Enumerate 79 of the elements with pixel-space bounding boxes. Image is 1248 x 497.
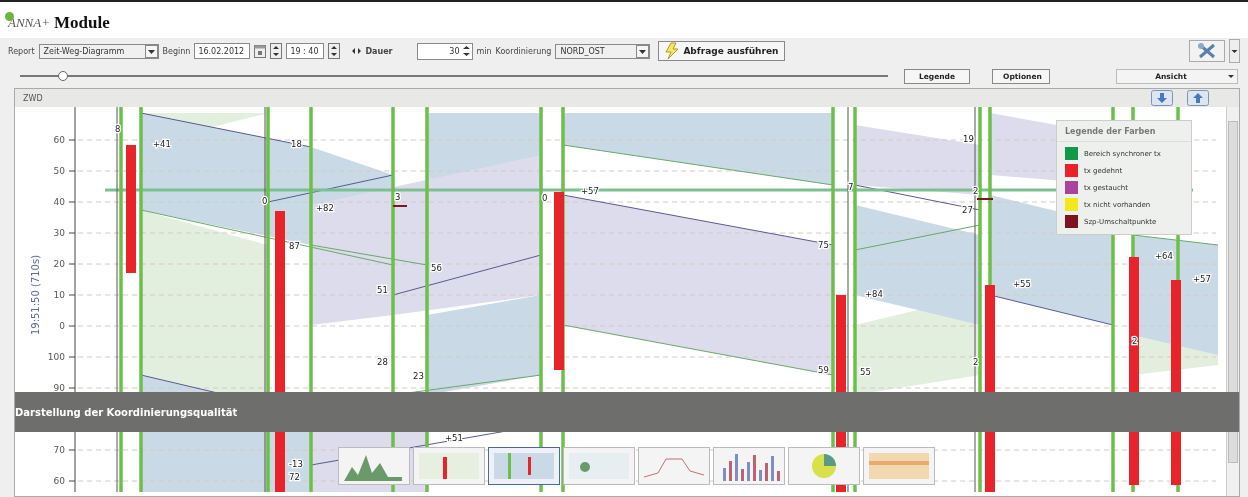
- diagram-label: 0: [542, 193, 548, 203]
- report-label: Report: [8, 46, 35, 56]
- diagram-label: 72: [289, 472, 300, 482]
- legend-title: Legende der Farben: [1057, 121, 1191, 142]
- spinner-icon[interactable]: [270, 43, 283, 59]
- lightning-icon: [665, 42, 680, 60]
- time-field[interactable]: 19 : 40: [286, 43, 325, 59]
- diagram-label: 56: [431, 263, 442, 273]
- date-field[interactable]: 16.02.2012: [194, 43, 251, 59]
- caption-text: Darstellung der Koordinierungsqualität: [15, 406, 238, 418]
- caret-icon[interactable]: [636, 44, 650, 58]
- switch-point-mark: [976, 198, 994, 200]
- axis-title: 19:51:50 (710s): [30, 254, 41, 336]
- diagram-label: -13: [289, 459, 303, 469]
- brand-logo: ANNA+: [8, 15, 50, 31]
- chart-thumbnail[interactable]: [338, 447, 410, 485]
- diagram-label: +84: [865, 289, 883, 299]
- diagram-label: 27: [962, 205, 973, 215]
- switch-point-mark: [392, 205, 408, 207]
- caret-icon[interactable]: [1229, 39, 1240, 63]
- diagram-label: +41: [153, 139, 171, 149]
- diagram-label: +55: [1013, 279, 1031, 289]
- diagram-label: 23: [413, 371, 424, 381]
- diagram-label: 59: [818, 365, 829, 375]
- chart-thumbnail[interactable]: [413, 447, 485, 485]
- duration-field[interactable]: 30: [416, 42, 473, 60]
- axis-tick-label: 40: [53, 197, 65, 207]
- diagram-label: 3: [395, 192, 401, 202]
- coordination-select[interactable]: NORD_OST: [555, 43, 651, 59]
- diagram-label: 2: [973, 357, 979, 367]
- calendar-icon[interactable]: [254, 44, 267, 58]
- spinner-icon[interactable]: [328, 43, 341, 59]
- caret-icon[interactable]: [144, 44, 158, 58]
- axis-tick-label: 60: [53, 476, 65, 486]
- axis-tick-label: 60: [53, 135, 65, 145]
- axis-tick-label: 70: [53, 445, 65, 455]
- diagram-label: +57: [581, 186, 599, 196]
- diagram-label: +51: [445, 433, 463, 443]
- tools-button[interactable]: [1189, 40, 1225, 62]
- chart-thumbnail[interactable]: [863, 447, 935, 485]
- module-title: Module: [54, 13, 110, 33]
- axis-tick-label: 100: [47, 352, 65, 362]
- spinner-icon[interactable]: [461, 44, 471, 58]
- axis-tick-label: 30: [53, 228, 65, 238]
- duration-label: Dauer: [365, 46, 393, 56]
- double-arrow-icon: [352, 48, 362, 54]
- axis-tick-label: 0: [59, 321, 65, 331]
- diagram-label: 28: [377, 357, 388, 367]
- coordination-label: Koordinierung: [495, 46, 552, 56]
- report-select[interactable]: Zeit-Weg-Diagramm: [38, 43, 159, 59]
- diagram-label: 8: [115, 124, 121, 134]
- diagram-label: +57: [1193, 274, 1211, 284]
- chart-thumbnail[interactable]: [488, 447, 560, 485]
- diagram-label: 87: [289, 241, 300, 251]
- chart-thumbnail[interactable]: [788, 447, 860, 485]
- axis-tick-label: 50: [53, 166, 65, 176]
- begin-label: Beginn: [162, 46, 191, 56]
- axis-tick-label: 90: [53, 383, 65, 393]
- diagram-label: 2: [1132, 336, 1138, 346]
- diagram-label: +64: [1155, 251, 1173, 261]
- axis-tick-label: 10: [53, 290, 65, 300]
- run-query-button[interactable]: Abfrage ausführen: [658, 41, 786, 61]
- diagram-label: 55: [860, 367, 871, 377]
- diagram-label: 18: [291, 139, 302, 149]
- panel-title: ZWD: [23, 93, 44, 103]
- chart-thumbnail[interactable]: [563, 447, 635, 485]
- diagram-label: 75: [818, 240, 829, 250]
- unit-label: min: [476, 46, 492, 56]
- diagram-label: 0: [262, 196, 268, 206]
- diagram-label: 51: [377, 285, 388, 295]
- diagram-label: 7: [848, 182, 854, 192]
- tools-icon: [1197, 42, 1217, 60]
- axis-tick-label: 20: [53, 259, 65, 269]
- chart-thumbnail[interactable]: [713, 447, 785, 485]
- chart-thumbnail[interactable]: [638, 447, 710, 485]
- diagram-label: 19: [963, 134, 974, 144]
- slider-thumb[interactable]: [58, 71, 69, 81]
- diagram-label: +82: [316, 203, 334, 213]
- diagram-label: 2: [973, 186, 979, 196]
